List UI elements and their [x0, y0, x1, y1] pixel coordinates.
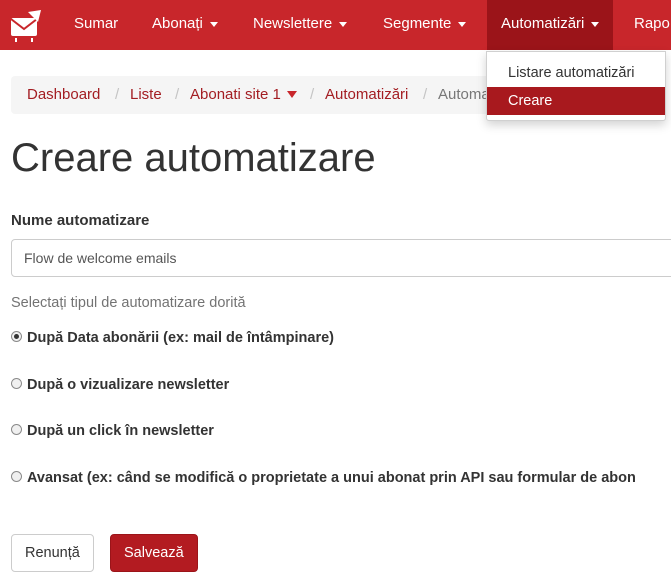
automation-name-label: Nume automatizare — [11, 212, 150, 229]
nav-item-sumar[interactable]: Sumar — [74, 0, 118, 50]
breadcrumb-dashboard[interactable]: Dashboard — [27, 76, 100, 114]
automatizari-dropdown-menu: Listare automatizări Creare — [486, 51, 666, 121]
radio-option-label: După un click în newsletter — [27, 423, 214, 439]
breadcrumb-liste[interactable]: Liste — [130, 76, 162, 114]
breadcrumb-separator: / — [310, 86, 315, 103]
automation-name-input[interactable] — [11, 239, 671, 277]
radio-button[interactable] — [11, 423, 22, 435]
radio-option-vizualizare[interactable]: După o vizualizare newsletter — [11, 375, 229, 395]
top-navbar: Sumar Abonați Newslettere Segmente Autom… — [0, 0, 671, 50]
breadcrumb-list-selector[interactable]: Abonati site 1 — [190, 76, 297, 114]
radio-button-checked[interactable] — [11, 330, 22, 342]
radio-button[interactable] — [11, 470, 22, 482]
cancel-button[interactable]: Renunță — [11, 534, 94, 572]
nav-item-rapoarte[interactable]: Rapo — [634, 0, 670, 50]
radio-option-avansat[interactable]: Avansat (ex: când se modifică o propriet… — [11, 468, 636, 488]
caret-down-icon — [339, 21, 348, 27]
radio-button[interactable] — [11, 377, 22, 389]
dropdown-item-creare[interactable]: Creare — [487, 87, 665, 115]
dropdown-item-listare[interactable]: Listare automatizări — [487, 59, 665, 87]
envelope-logo-icon[interactable] — [8, 8, 44, 42]
radio-option-data-abonarii[interactable]: După Data abonării (ex: mail de întâmpin… — [11, 328, 334, 348]
caret-down-icon — [458, 21, 467, 27]
radio-option-label: După Data abonării (ex: mail de întâmpin… — [27, 330, 334, 346]
breadcrumb-separator: / — [115, 86, 120, 103]
nav-item-newslettere[interactable]: Newslettere — [253, 0, 348, 50]
radio-option-click[interactable]: După un click în newsletter — [11, 421, 214, 441]
caret-down-icon — [591, 21, 600, 27]
nav-item-abonati[interactable]: Abonați — [152, 0, 218, 50]
caret-down-icon — [209, 21, 218, 27]
save-button[interactable]: Salvează — [110, 534, 198, 572]
page-title: Creare automatizare — [11, 136, 376, 180]
caret-down-icon — [286, 90, 297, 98]
radio-option-label: După o vizualizare newsletter — [27, 377, 230, 393]
breadcrumb-automatizari[interactable]: Automatizări — [325, 76, 408, 114]
breadcrumb: Dashboard / Liste / Abonati site 1 / Aut… — [11, 76, 511, 114]
automation-type-help: Selectați tipul de automatizare dorită — [11, 295, 246, 311]
breadcrumb-separator: / — [175, 86, 180, 103]
nav-item-automatizari[interactable]: Automatizări — [487, 0, 614, 50]
nav-item-segmente[interactable]: Segmente — [383, 0, 467, 50]
breadcrumb-current: Automa — [438, 86, 490, 103]
breadcrumb-separator: / — [423, 86, 428, 103]
radio-option-label: Avansat (ex: când se modifică o propriet… — [27, 470, 636, 486]
